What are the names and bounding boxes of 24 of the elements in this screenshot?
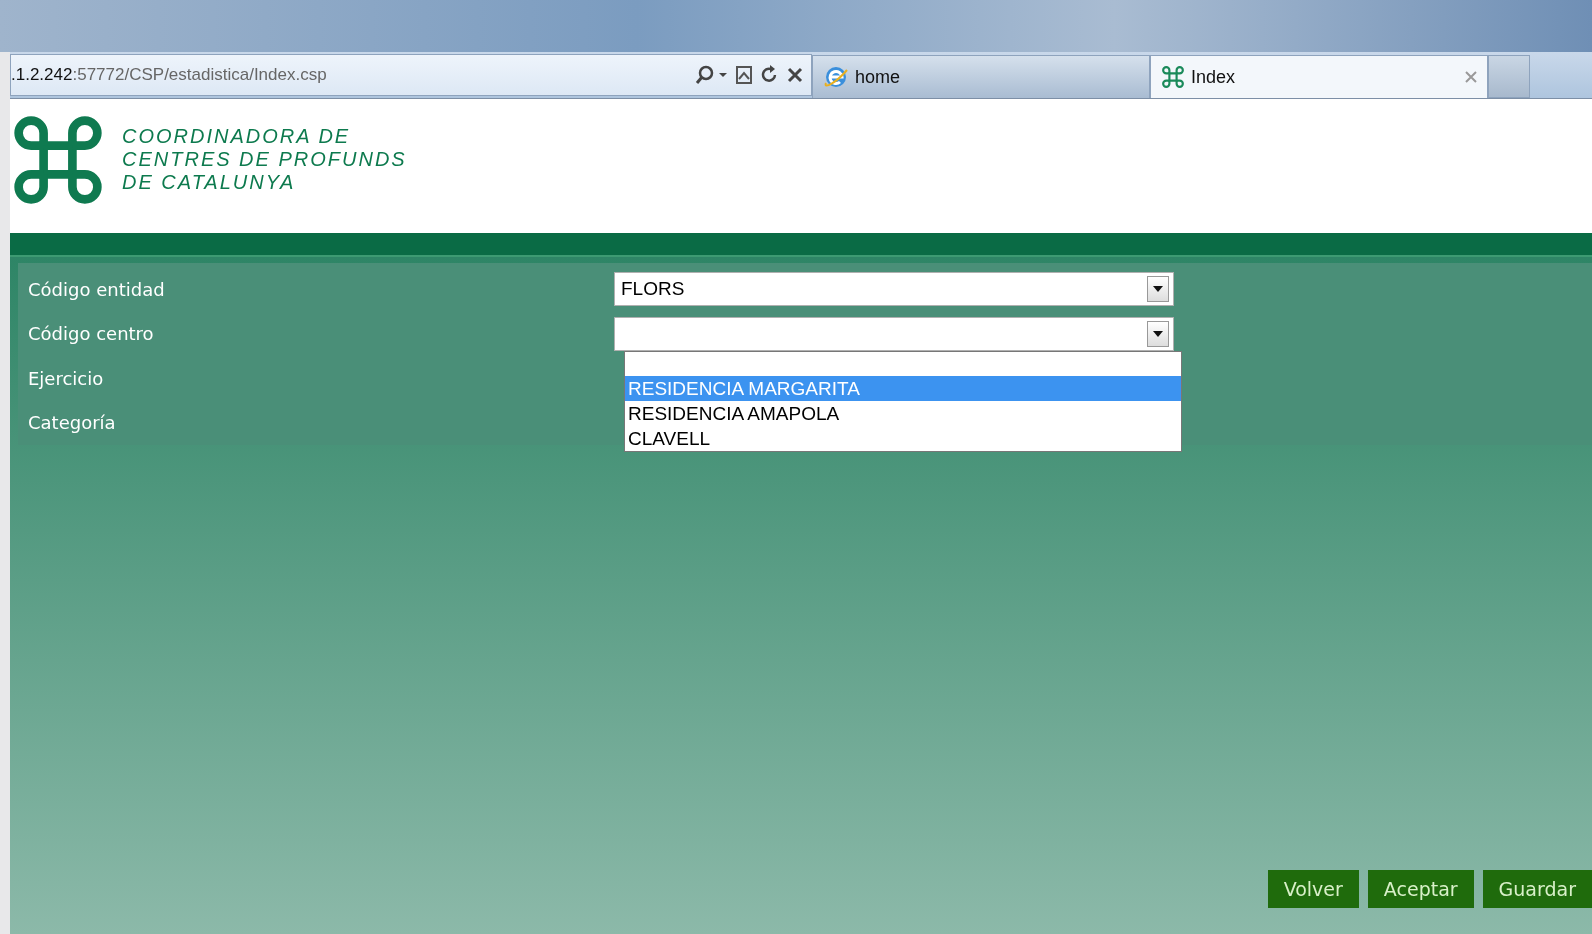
field-label: Categoría	[27, 412, 117, 434]
browser-tab[interactable]: home	[812, 55, 1150, 98]
organization-name: COORDINADORA DE	[122, 125, 352, 148]
select-field[interactable]	[614, 316, 1174, 351]
select-field[interactable]: FLORS	[614, 272, 1174, 307]
address-bar[interactable]: .1.2.242:57772/CSP/estadistica/Index.csp	[10, 54, 812, 96]
organization-name: CENTRES DE PROFUNDS	[122, 148, 407, 171]
field-label: Código entidad	[27, 278, 166, 300]
search-icon[interactable]	[695, 65, 727, 85]
refresh-icon[interactable]	[761, 65, 779, 85]
action-button[interactable]: Guardar	[1482, 870, 1592, 908]
browser-tab[interactable]: Index	[1150, 55, 1488, 98]
close-icon[interactable]	[787, 67, 803, 83]
compatibility-icon[interactable]	[735, 65, 753, 85]
browser-icon	[823, 64, 849, 90]
logo-icon	[1161, 65, 1185, 89]
action-button[interactable]: Aceptar	[1367, 870, 1474, 908]
dropdown-option[interactable]: RESIDENCIA AMAPOLA	[625, 401, 1181, 426]
dropdown-option[interactable]: CLAVELL	[625, 426, 1181, 451]
organization-name: DE CATALUNYA	[122, 171, 297, 194]
action-button[interactable]: Volver	[1267, 870, 1359, 908]
close-tab-icon[interactable]	[1465, 71, 1477, 83]
field-label: Ejercicio	[27, 367, 105, 389]
field-label: Código centro	[27, 323, 155, 345]
